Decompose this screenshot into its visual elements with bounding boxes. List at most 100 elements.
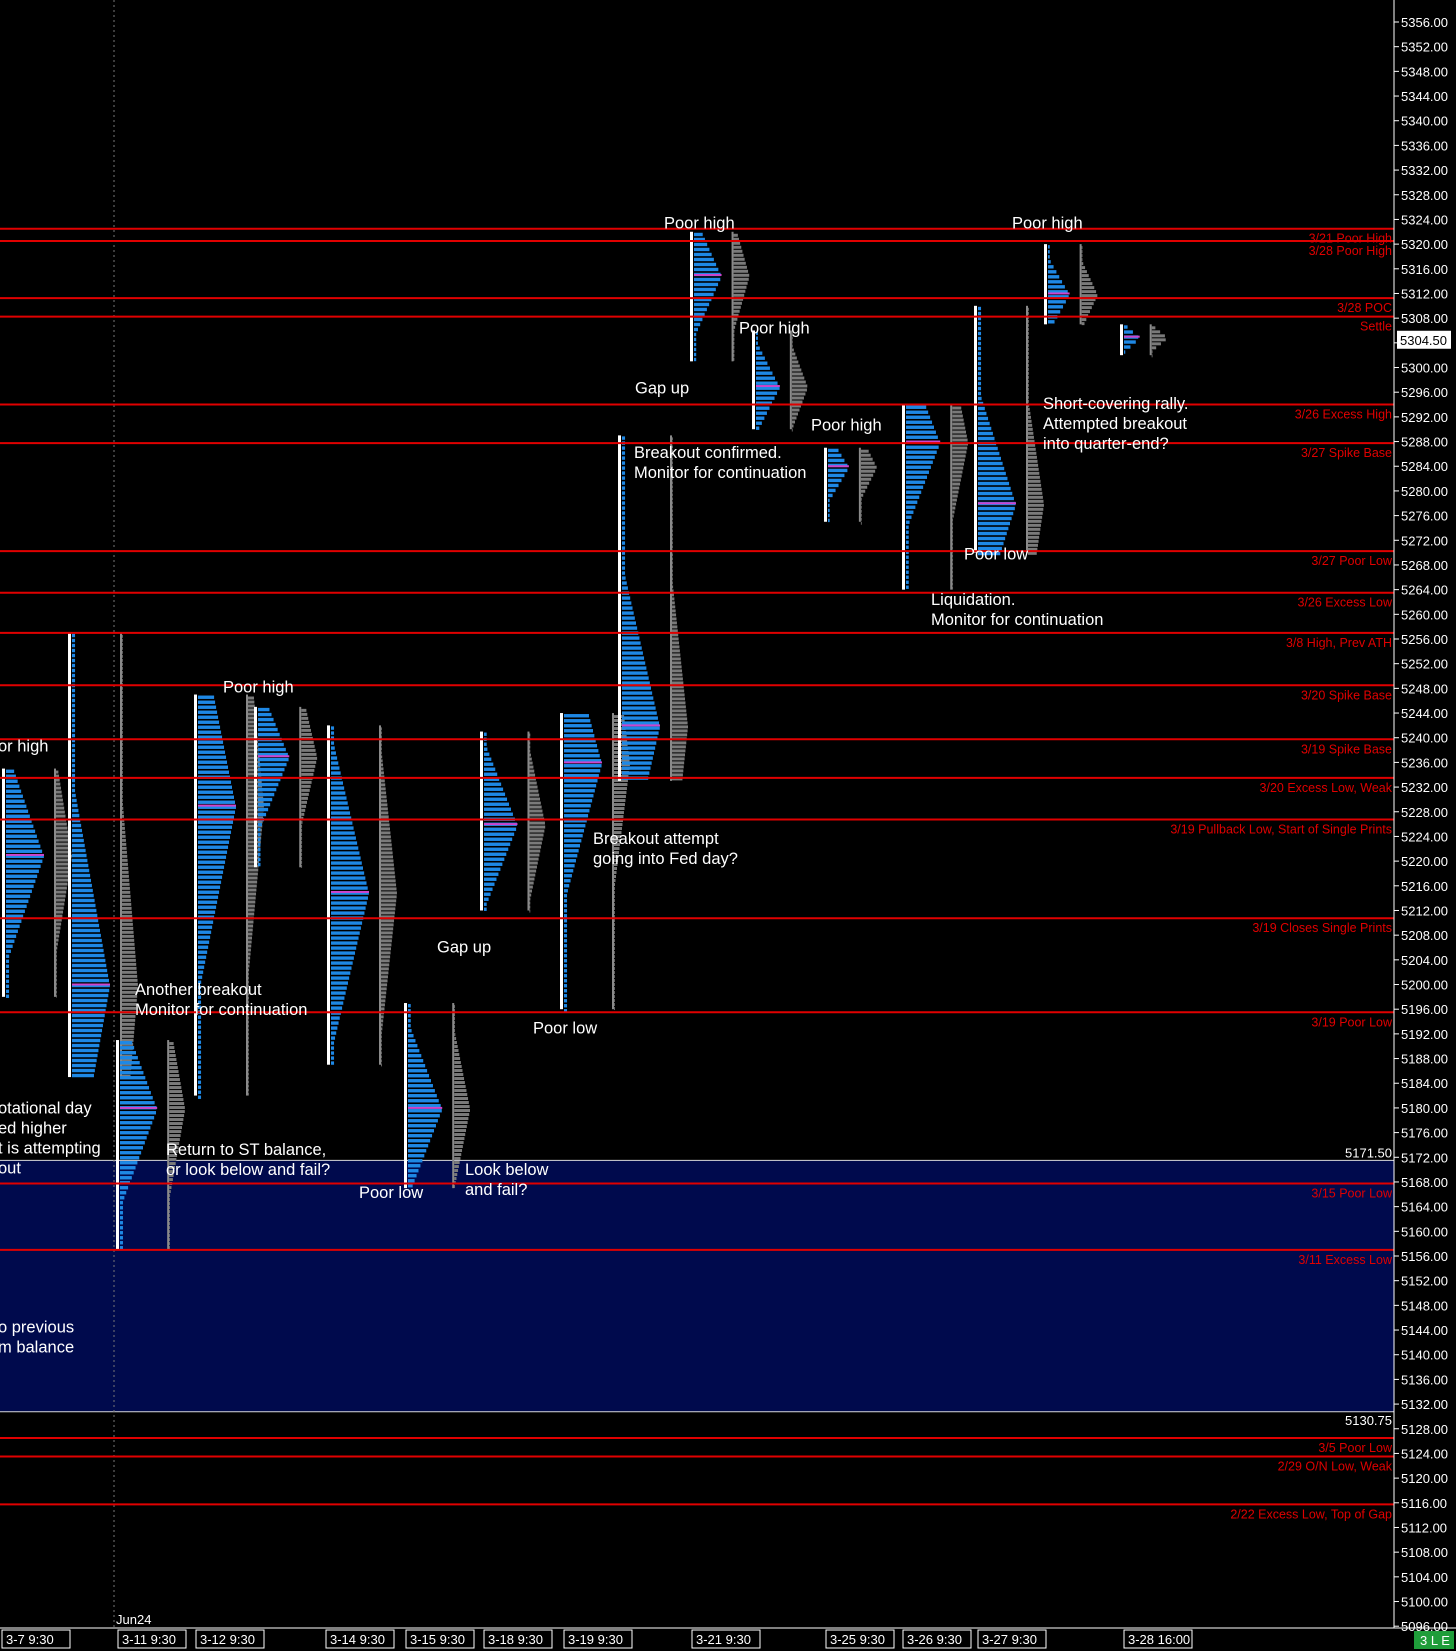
tpo-row <box>72 633 76 638</box>
time-tick-label: 3-14 9:30 <box>330 1632 385 1647</box>
tpo-row <box>72 978 109 983</box>
volume-row <box>733 337 735 341</box>
tpo-row <box>694 332 697 337</box>
annotation-14: Poor low <box>533 1019 597 1037</box>
volume-row <box>614 879 616 883</box>
volume-row <box>672 505 673 509</box>
tpo-row <box>564 874 572 878</box>
volume-row <box>56 922 62 926</box>
tpo-row <box>331 881 367 885</box>
volume-row <box>672 757 685 761</box>
tpo-row <box>72 988 110 993</box>
volume-row <box>672 597 675 601</box>
volume-row <box>1028 503 1044 507</box>
volume-row <box>1081 278 1091 282</box>
volume-row <box>122 954 136 958</box>
volume-row <box>301 848 303 852</box>
annotation-0: Poor high <box>664 215 735 233</box>
volume-row <box>169 1054 176 1058</box>
annotation-line: Return to ST balance, <box>166 1141 326 1159</box>
poc-marker <box>564 761 602 764</box>
tpo-row <box>331 926 361 930</box>
tpo-row <box>6 824 34 828</box>
volume-row <box>381 1015 384 1019</box>
volume-row <box>952 558 954 562</box>
volume-row <box>791 348 794 352</box>
annotation-line: Poor high <box>223 679 294 697</box>
tpo-row <box>258 792 275 797</box>
volume-row <box>672 557 673 561</box>
annotation-line: Liquidation. <box>931 591 1015 609</box>
tpo-row <box>120 1111 157 1115</box>
volume-row <box>672 645 680 649</box>
volume-row <box>381 991 387 995</box>
tpo-row <box>622 576 626 580</box>
tpo-row <box>198 855 227 859</box>
volume-row <box>169 1242 170 1246</box>
tpo-row <box>331 846 359 850</box>
tpo-row <box>331 756 338 760</box>
volume-row <box>614 899 615 903</box>
volume-row <box>381 759 383 763</box>
volume-row <box>860 453 871 457</box>
volume-row <box>614 791 627 795</box>
volume-spine <box>299 706 302 868</box>
volume-row <box>672 681 684 685</box>
tpo-row <box>258 857 261 862</box>
volume-row <box>733 245 742 249</box>
volume-row <box>301 712 308 716</box>
tpo-row <box>564 974 568 978</box>
volume-row <box>169 1118 184 1122</box>
volume-row <box>733 317 738 321</box>
tpo-row <box>978 351 982 356</box>
volume-row <box>248 700 255 704</box>
volume-row <box>248 940 252 944</box>
tpo-row <box>906 535 909 539</box>
price-tick-label: 5320.00 <box>1401 237 1448 252</box>
tpo-row <box>198 940 210 944</box>
volume-row <box>122 966 137 970</box>
tpo-row <box>331 886 368 890</box>
annotation-line: Poor high <box>1012 215 1083 233</box>
volume-row <box>672 513 673 517</box>
volume-row <box>860 469 876 473</box>
tpo-row <box>6 959 10 963</box>
volume-row <box>56 786 61 790</box>
tpo-row <box>408 1079 431 1083</box>
volume-row <box>733 233 738 237</box>
annotation-line: ed higher <box>0 1119 67 1137</box>
tpo-row <box>72 873 91 878</box>
tpo-row <box>622 606 633 610</box>
volume-row <box>122 886 130 890</box>
tpo-row <box>694 322 701 327</box>
tpo-row <box>1048 300 1066 304</box>
tpo-row <box>72 1043 100 1048</box>
poc-marker <box>198 804 236 807</box>
volume-row <box>248 952 251 956</box>
volume-row <box>733 261 746 265</box>
volume-row <box>381 951 391 955</box>
volume-row <box>381 847 393 851</box>
tpo-row <box>694 292 714 297</box>
volume-row <box>122 778 123 782</box>
tpo-row <box>72 958 106 963</box>
volume-row <box>672 553 673 557</box>
tpo-row <box>6 964 10 968</box>
tpo-row <box>408 1174 417 1178</box>
volume-row <box>952 422 965 426</box>
tpo-row <box>1048 245 1050 249</box>
volume-row <box>169 1122 183 1126</box>
tpo-row <box>1124 340 1136 344</box>
volume-row <box>1081 254 1083 258</box>
volume-row <box>952 438 968 442</box>
tpo-row <box>6 969 10 973</box>
tpo-row <box>906 585 909 589</box>
volume-row <box>529 733 531 737</box>
tpo-row <box>331 871 365 875</box>
volume-row <box>529 853 540 857</box>
volume-row <box>1028 551 1037 555</box>
tpo-row <box>198 720 220 724</box>
tpo-row <box>694 352 697 357</box>
volume-row <box>122 922 133 926</box>
time-tick-label: 3-25 9:30 <box>830 1632 885 1647</box>
